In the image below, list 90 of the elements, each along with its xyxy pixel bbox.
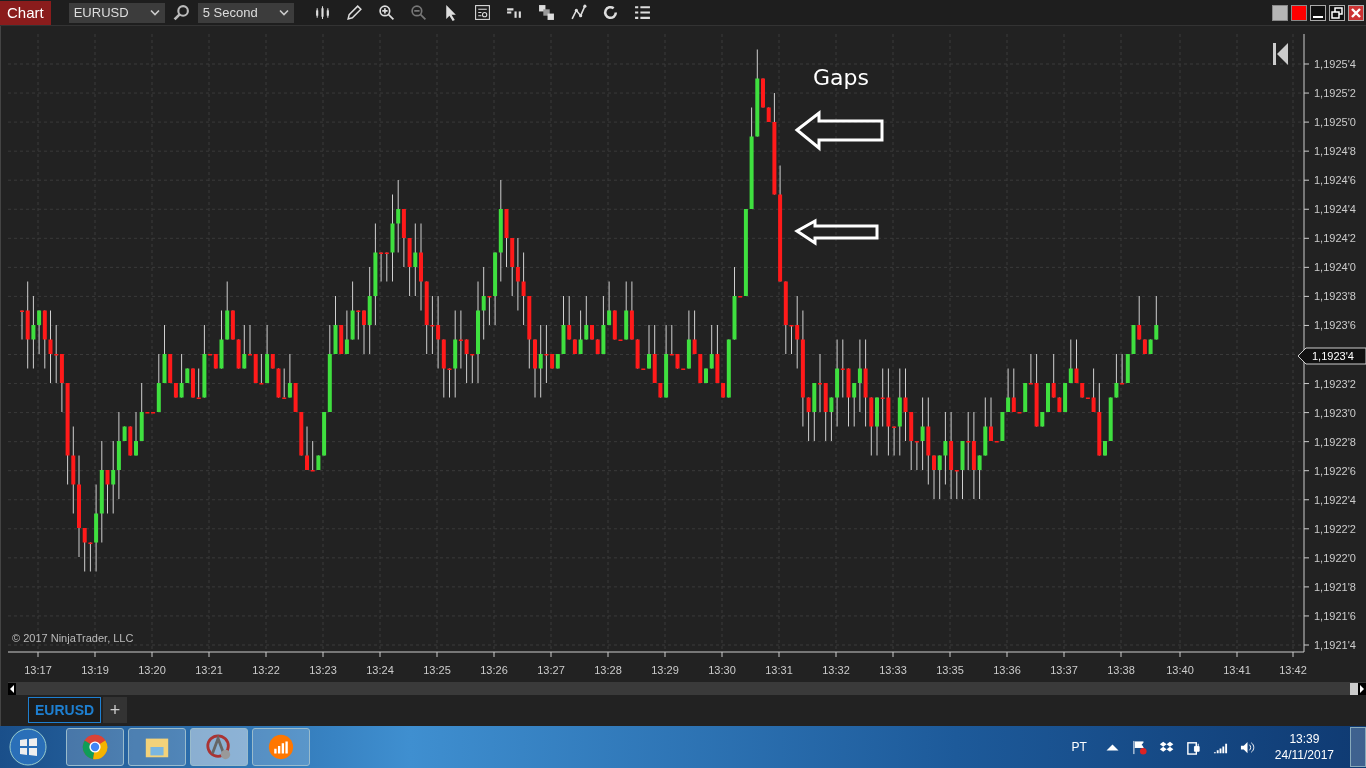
time-axis-label: 13:21	[195, 664, 223, 676]
price-axis-label: 1,1923'8	[1314, 290, 1356, 303]
price-axis-label: 1,1924'0	[1314, 261, 1356, 274]
price-axis-label: 1,1924'8	[1314, 145, 1356, 158]
time-axis-label: 13:30	[708, 664, 736, 676]
zoom-in-icon[interactable]	[377, 4, 395, 21]
zoom-out-icon[interactable]	[409, 4, 427, 21]
copyright-text: © 2017 NinjaTrader, LLC	[12, 632, 134, 644]
price-axis-label: 1,1922'6	[1314, 464, 1356, 477]
start-button-icon[interactable]	[8, 727, 48, 767]
time-axis-label: 13:24	[366, 664, 394, 676]
time-axis-label: 13:38	[1107, 664, 1135, 676]
minimize-icon[interactable]	[1310, 4, 1326, 21]
price-axis-label: 1,1922'0	[1314, 551, 1356, 564]
current-price-label: 1,1923'4	[1312, 350, 1354, 362]
price-axis-label: 1,1921'4	[1314, 639, 1356, 651]
show-desktop-button[interactable]	[1350, 727, 1366, 767]
add-tab-button[interactable]: +	[103, 697, 128, 723]
price-axis-label: 1,1921'6	[1314, 609, 1356, 622]
interval-dropdown[interactable]: 5 Second	[197, 2, 294, 23]
time-axis-label: 13:19	[81, 664, 109, 676]
refresh-icon[interactable]	[601, 4, 619, 21]
horizontal-scrollbar[interactable]	[8, 682, 1366, 695]
price-axis-label: 1,1924'2	[1314, 232, 1356, 245]
time-axis-label: 13:23	[309, 664, 337, 676]
time-axis-label: 13:35	[936, 664, 964, 676]
clock-time[interactable]: 13:39	[1289, 732, 1320, 746]
power-plug-icon[interactable]	[1185, 739, 1201, 755]
price-axis-label: 1,1923'6	[1314, 319, 1356, 332]
data-box-icon[interactable]	[473, 4, 491, 21]
price-axis-label: 1,1921'8	[1314, 580, 1356, 593]
time-axis-label: 13:27	[537, 664, 565, 676]
chart-tab[interactable]: EURUSD	[28, 697, 102, 723]
instrument-dropdown[interactable]: EURUSD	[68, 2, 165, 23]
time-axis-label: 13:36	[993, 664, 1021, 676]
chart-menu-button[interactable]: Chart	[0, 0, 51, 25]
trading-app-icon	[205, 733, 233, 761]
price-axis-label: 1,1924'4	[1314, 203, 1356, 216]
annotation-text: Gaps	[813, 65, 869, 90]
price-axis-label: 1,1922'8	[1314, 435, 1356, 448]
price-axis-label: 1,1922'2	[1314, 522, 1356, 535]
line-chart-icon[interactable]	[569, 4, 587, 21]
price-axis-label: 1,1923'2	[1314, 377, 1356, 390]
chevron-icon	[278, 9, 289, 16]
clock-date[interactable]: 24/11/2017	[1274, 748, 1334, 762]
time-axis-label: 13:25	[423, 664, 451, 676]
bar-chart-icon	[267, 733, 295, 761]
time-axis-label: 13:17	[24, 664, 52, 676]
taskbar-app-button[interactable]	[66, 728, 124, 766]
price-axis-label: 1,1924'6	[1314, 174, 1356, 187]
price-axis-label: 1,1923'0	[1314, 406, 1356, 419]
time-axis-label: 13:41	[1223, 664, 1251, 676]
time-axis-label: 13:22	[252, 664, 280, 676]
price-axis-label: 1,1925'2	[1314, 87, 1356, 100]
scroll-to-end-icon[interactable]	[1273, 43, 1288, 65]
list-icon[interactable]	[633, 4, 651, 21]
layers-icon[interactable]	[537, 4, 555, 21]
scroll-thumb[interactable]	[1350, 682, 1358, 695]
speaker-icon[interactable]	[1239, 739, 1255, 755]
time-axis-label: 13:37	[1050, 664, 1078, 676]
browser-icon	[81, 733, 109, 761]
bar-type-icon[interactable]	[313, 4, 331, 21]
link-color-button[interactable]	[1291, 4, 1307, 21]
search-icon[interactable]	[172, 4, 190, 21]
time-axis-label: 13:42	[1279, 664, 1307, 676]
price-axis-label: 1,1925'0	[1314, 116, 1356, 129]
taskbar-app-button[interactable]	[190, 728, 248, 766]
price-axis-label: 1,1925'4	[1314, 58, 1356, 70]
time-axis-label: 13:32	[822, 664, 850, 676]
taskbar-app-button[interactable]	[128, 728, 186, 766]
price-axis-label: 1,1922'4	[1314, 493, 1356, 506]
close-icon[interactable]	[1348, 4, 1364, 21]
pencil-icon[interactable]	[345, 4, 363, 21]
scroll-right-icon[interactable]	[1358, 682, 1366, 695]
restore-icon[interactable]	[1329, 4, 1345, 21]
time-axis-label: 13:28	[594, 664, 622, 676]
time-axis-label: 13:33	[879, 664, 907, 676]
time-axis-label: 13:29	[651, 664, 679, 676]
taskbar-app-button[interactable]	[252, 728, 310, 766]
time-axis-label: 13:31	[765, 664, 793, 676]
chevron-icon	[149, 9, 160, 16]
link-toggle-button[interactable]	[1272, 4, 1288, 21]
time-axis-label: 13:26	[480, 664, 508, 676]
scroll-left-icon[interactable]	[8, 682, 16, 695]
time-axis-label: 13:40	[1166, 664, 1194, 676]
dropbox-icon[interactable]	[1158, 739, 1174, 755]
language-indicator[interactable]: PT	[1071, 740, 1087, 754]
price-marker	[1297, 347, 1366, 365]
time-axis-label: 13:20	[138, 664, 166, 676]
flag-icon[interactable]	[1131, 739, 1147, 755]
